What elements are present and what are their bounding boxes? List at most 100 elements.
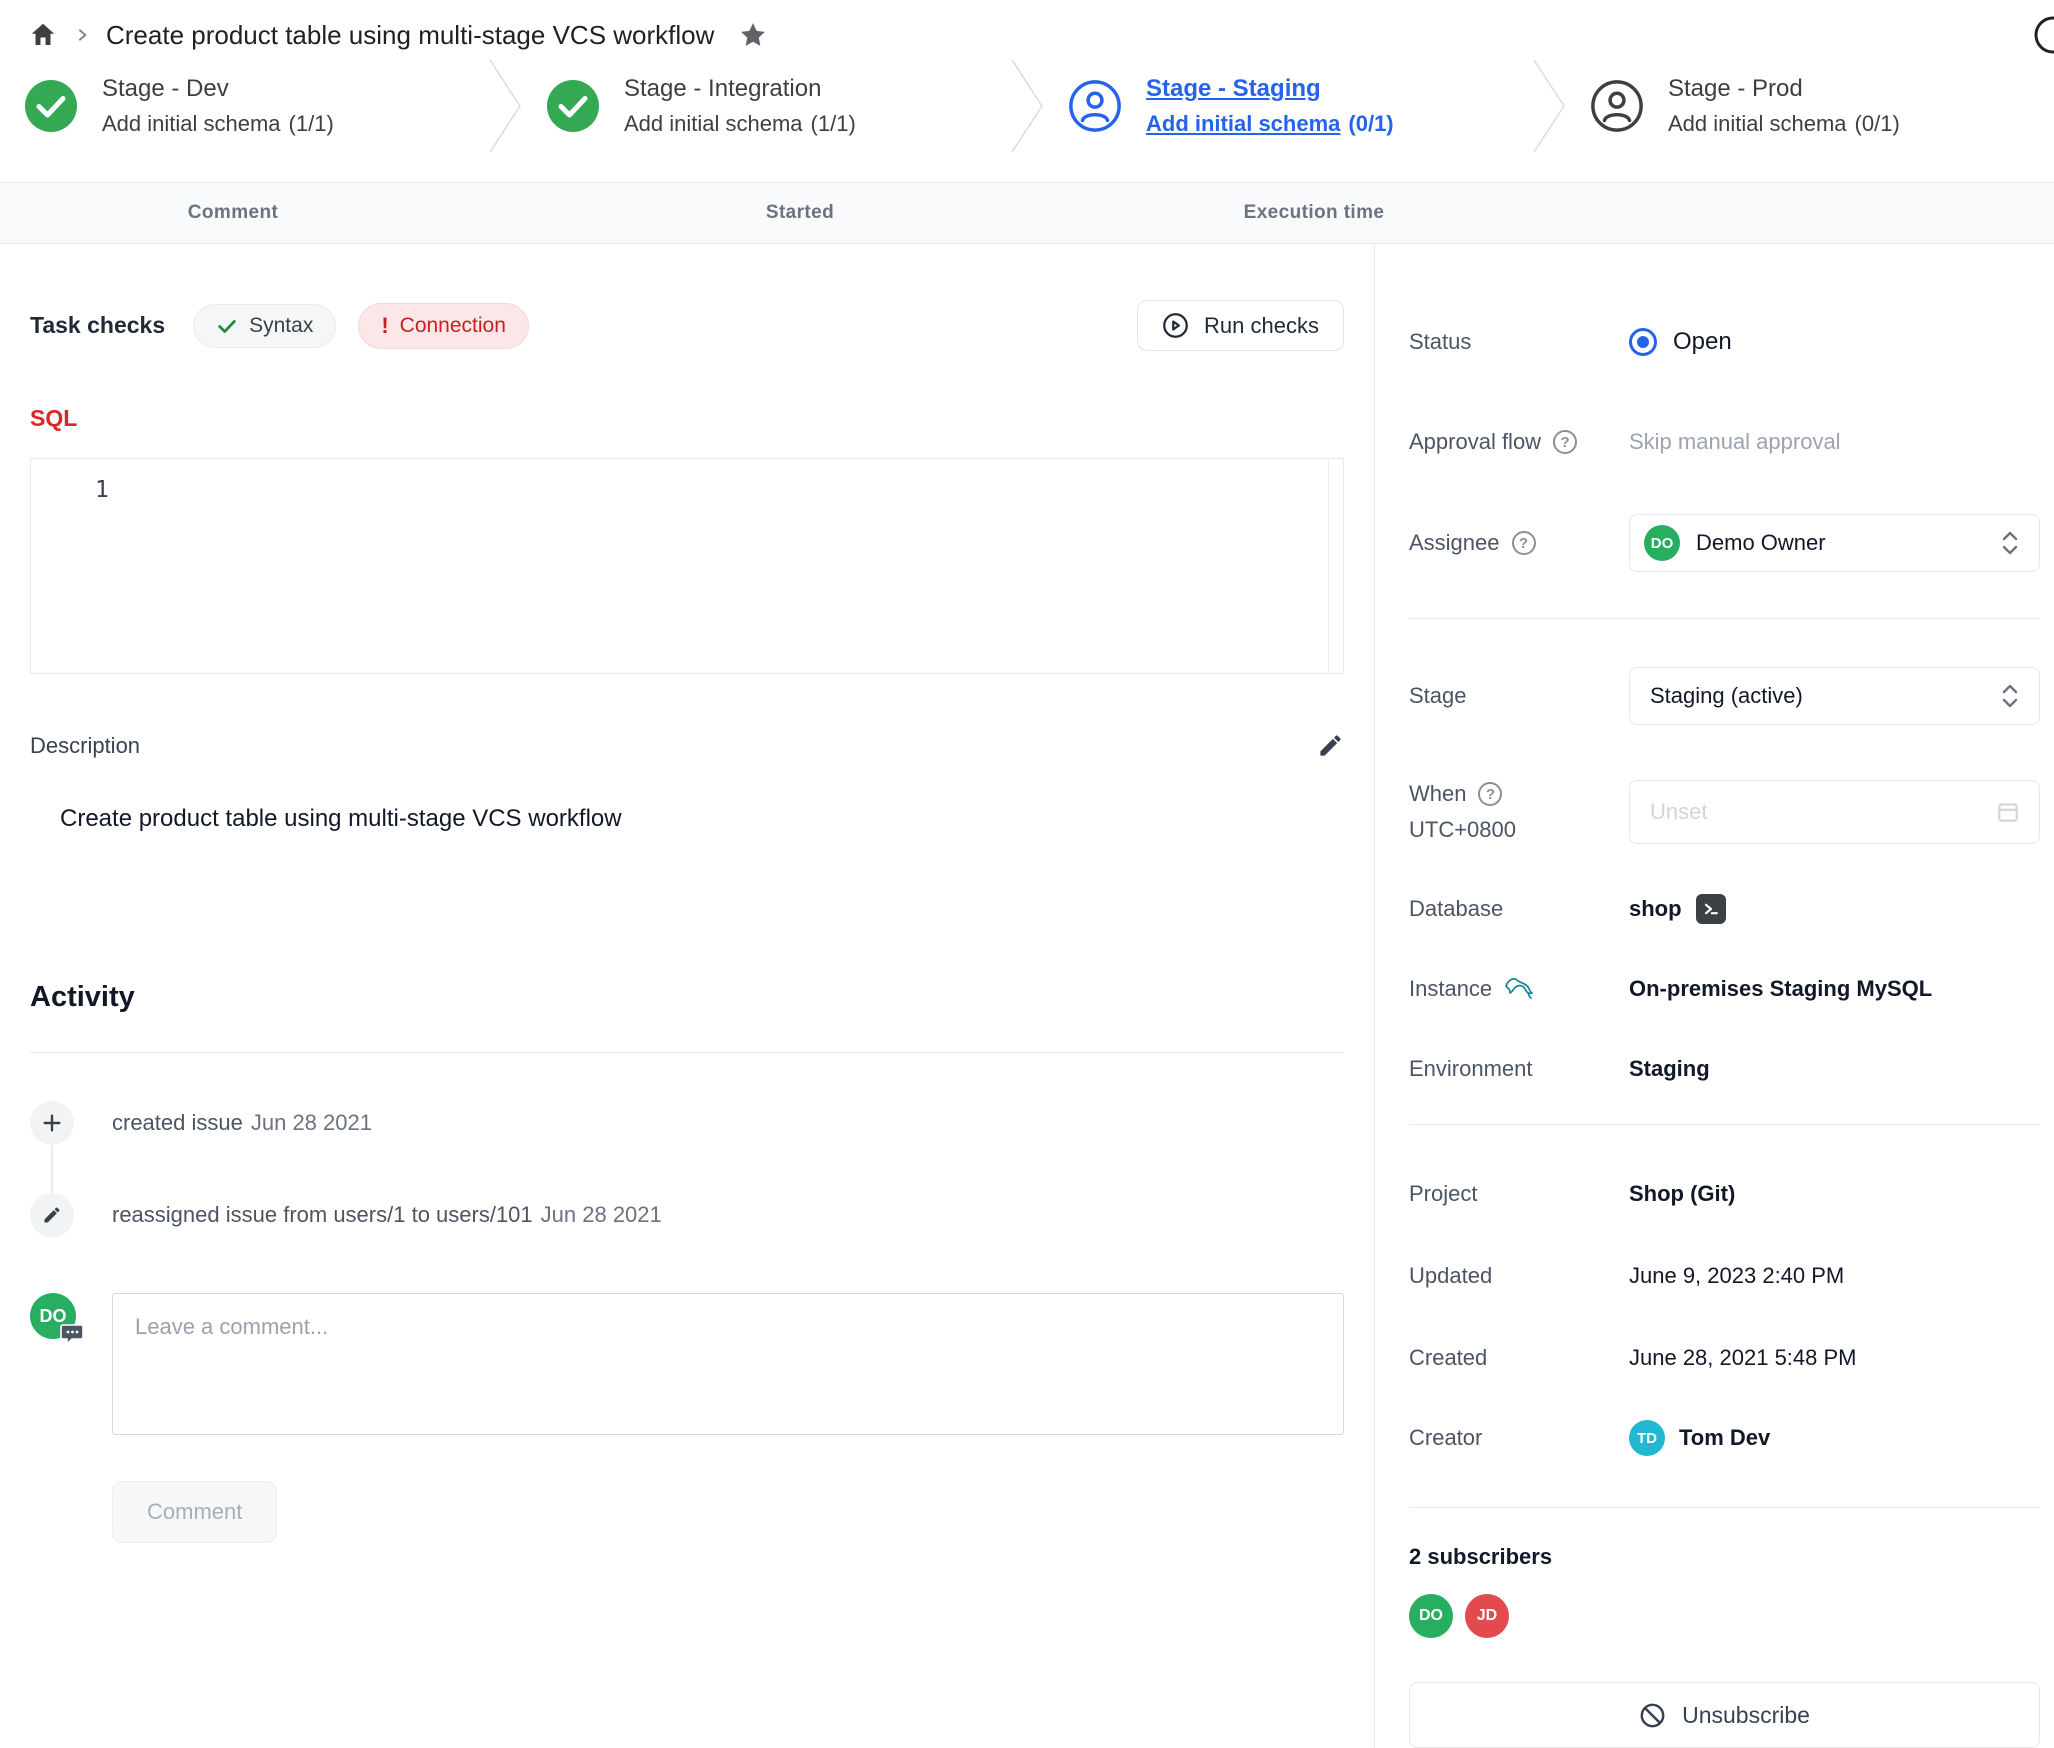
issue-sidebar: Status Open Approval flow ? Skip manual … bbox=[1375, 244, 2054, 1748]
event-text: created issue bbox=[112, 1110, 243, 1135]
assignee-label: Assignee ? bbox=[1409, 530, 1629, 556]
status-value: Open bbox=[1673, 328, 1732, 356]
chevron-right-icon bbox=[74, 27, 90, 43]
subscribers-heading: 2 subscribers bbox=[1409, 1544, 2040, 1570]
edit-pencil-icon[interactable] bbox=[1317, 732, 1344, 759]
stage-count: (0/1) bbox=[1855, 111, 1900, 136]
comment-bubble-icon bbox=[60, 1323, 84, 1345]
stage-separator bbox=[1010, 58, 1044, 154]
status-label: Status bbox=[1409, 329, 1629, 355]
column-header-comment: Comment bbox=[188, 183, 278, 243]
column-header-execution-time: Execution time bbox=[1244, 183, 1385, 243]
activity-heading: Activity bbox=[30, 981, 1344, 1014]
exclamation-icon: ! bbox=[381, 313, 388, 339]
sql-label: SQL bbox=[30, 405, 1344, 432]
avatar: TD bbox=[1629, 1420, 1665, 1456]
breadcrumb: Create product table using multi-stage V… bbox=[0, 0, 2054, 52]
main-panel: Task checks Syntax ! Connection Run chec… bbox=[0, 244, 1375, 1748]
divider bbox=[30, 1052, 1344, 1053]
assignee-select[interactable]: DO Demo Owner bbox=[1629, 514, 2040, 572]
stage-task: Add initial schema bbox=[624, 111, 803, 136]
check-badge-syntax[interactable]: Syntax bbox=[193, 304, 336, 348]
plus-icon bbox=[30, 1101, 74, 1145]
help-icon[interactable]: ? bbox=[1512, 531, 1536, 555]
comment-button[interactable]: Comment bbox=[112, 1481, 277, 1543]
stage-item-staging[interactable]: Stage - Staging Add initial schema(0/1) bbox=[1044, 75, 1532, 137]
check-icon bbox=[216, 315, 238, 337]
calendar-icon bbox=[1995, 799, 2021, 825]
event-date: Jun 28 2021 bbox=[251, 1110, 372, 1135]
when-label: When ? UTC+0800 bbox=[1409, 781, 1629, 843]
divider bbox=[1409, 1507, 2040, 1508]
when-datepicker[interactable]: Unset bbox=[1629, 780, 2040, 844]
creator-value: Tom Dev bbox=[1679, 1425, 1770, 1451]
run-checks-button[interactable]: Run checks bbox=[1137, 300, 1344, 351]
check-badge-connection[interactable]: ! Connection bbox=[358, 303, 529, 349]
created-value: June 28, 2021 5:48 PM bbox=[1629, 1345, 1857, 1371]
updated-label: Updated bbox=[1409, 1263, 1629, 1289]
description-label: Description bbox=[30, 733, 140, 759]
stage-name: Stage - Dev bbox=[102, 75, 334, 103]
status-open-radio[interactable] bbox=[1629, 328, 1657, 356]
instance-label: Instance bbox=[1409, 976, 1629, 1002]
stage-value: Staging (active) bbox=[1644, 683, 1803, 709]
when-placeholder: Unset bbox=[1644, 799, 1707, 825]
updated-value: June 9, 2023 2:40 PM bbox=[1629, 1263, 1844, 1289]
event-connector bbox=[51, 1145, 53, 1193]
favorite-star-icon[interactable] bbox=[738, 20, 768, 50]
play-circle-icon bbox=[1162, 312, 1189, 339]
editor-scrollbar[interactable] bbox=[1328, 459, 1329, 673]
stage-item-dev[interactable]: Stage - Dev Add initial schema(1/1) bbox=[0, 75, 488, 137]
slash-circle-icon bbox=[1639, 1702, 1666, 1729]
stage-task: Add initial schema bbox=[1668, 111, 1847, 136]
creator-label: Creator bbox=[1409, 1425, 1629, 1451]
check-circle-icon bbox=[546, 79, 600, 133]
stage-label: Stage bbox=[1409, 683, 1629, 709]
stage-item-integration[interactable]: Stage - Integration Add initial schema (1… bbox=[522, 75, 1010, 137]
stage-count: (1/1) bbox=[811, 111, 856, 136]
unsubscribe-button[interactable]: Unsubscribe bbox=[1409, 1682, 2040, 1748]
sql-editor[interactable]: 1 bbox=[30, 458, 1344, 674]
pencil-icon bbox=[30, 1193, 74, 1237]
task-table-header: Comment Started Execution time bbox=[0, 182, 2054, 244]
stage-task: Add initial schema bbox=[102, 111, 281, 136]
event-date: Jun 28 2021 bbox=[541, 1202, 662, 1227]
event-text: reassigned issue from users/1 to users/1… bbox=[112, 1202, 533, 1227]
home-icon[interactable] bbox=[28, 20, 58, 50]
mysql-dolphin-icon bbox=[1504, 976, 1538, 1002]
stage-separator bbox=[488, 58, 522, 154]
stage-name: Stage - Prod bbox=[1668, 75, 1900, 103]
description-text: Create product table using multi-stage V… bbox=[60, 805, 1344, 833]
divider bbox=[1409, 1124, 2040, 1125]
chevron-updown-icon bbox=[1999, 683, 2021, 709]
environment-label: Environment bbox=[1409, 1056, 1629, 1082]
assignee-value: Demo Owner bbox=[1696, 530, 1826, 556]
person-circle-icon bbox=[1068, 79, 1122, 133]
timezone-label: UTC+0800 bbox=[1409, 817, 1516, 843]
comment-input[interactable] bbox=[112, 1293, 1344, 1435]
environment-value[interactable]: Staging bbox=[1629, 1056, 1710, 1082]
divider bbox=[1409, 618, 2040, 619]
stage-name: Stage - Staging bbox=[1146, 75, 1394, 103]
help-icon[interactable]: ? bbox=[1478, 782, 1502, 806]
project-label: Project bbox=[1409, 1181, 1629, 1207]
editor-line-number: 1 bbox=[95, 477, 109, 503]
help-icon[interactable]: ? bbox=[1553, 430, 1577, 454]
instance-value[interactable]: On-premises Staging MySQL bbox=[1629, 976, 1932, 1002]
stage-select[interactable]: Staging (active) bbox=[1629, 667, 2040, 725]
person-circle-icon bbox=[1590, 79, 1644, 133]
project-value[interactable]: Shop (Git) bbox=[1629, 1181, 1735, 1207]
stage-count: (0/1) bbox=[1348, 111, 1393, 136]
sql-console-icon[interactable] bbox=[1696, 894, 1726, 924]
help-icon[interactable] bbox=[2032, 14, 2054, 56]
stage-separator bbox=[1532, 58, 1566, 154]
activity-event: reassigned issue from users/1 to users/1… bbox=[30, 1193, 1344, 1237]
column-header-started: Started bbox=[766, 183, 834, 243]
approval-flow-label: Approval flow ? bbox=[1409, 429, 1629, 455]
stage-item-prod[interactable]: Stage - Prod Add initial schema (0/1) bbox=[1566, 75, 2054, 137]
check-circle-icon bbox=[24, 79, 78, 133]
database-value[interactable]: shop bbox=[1629, 896, 1682, 922]
avatar: JD bbox=[1465, 1594, 1509, 1638]
avatar: DO bbox=[30, 1293, 76, 1339]
stage-name: Stage - Integration bbox=[624, 75, 856, 103]
